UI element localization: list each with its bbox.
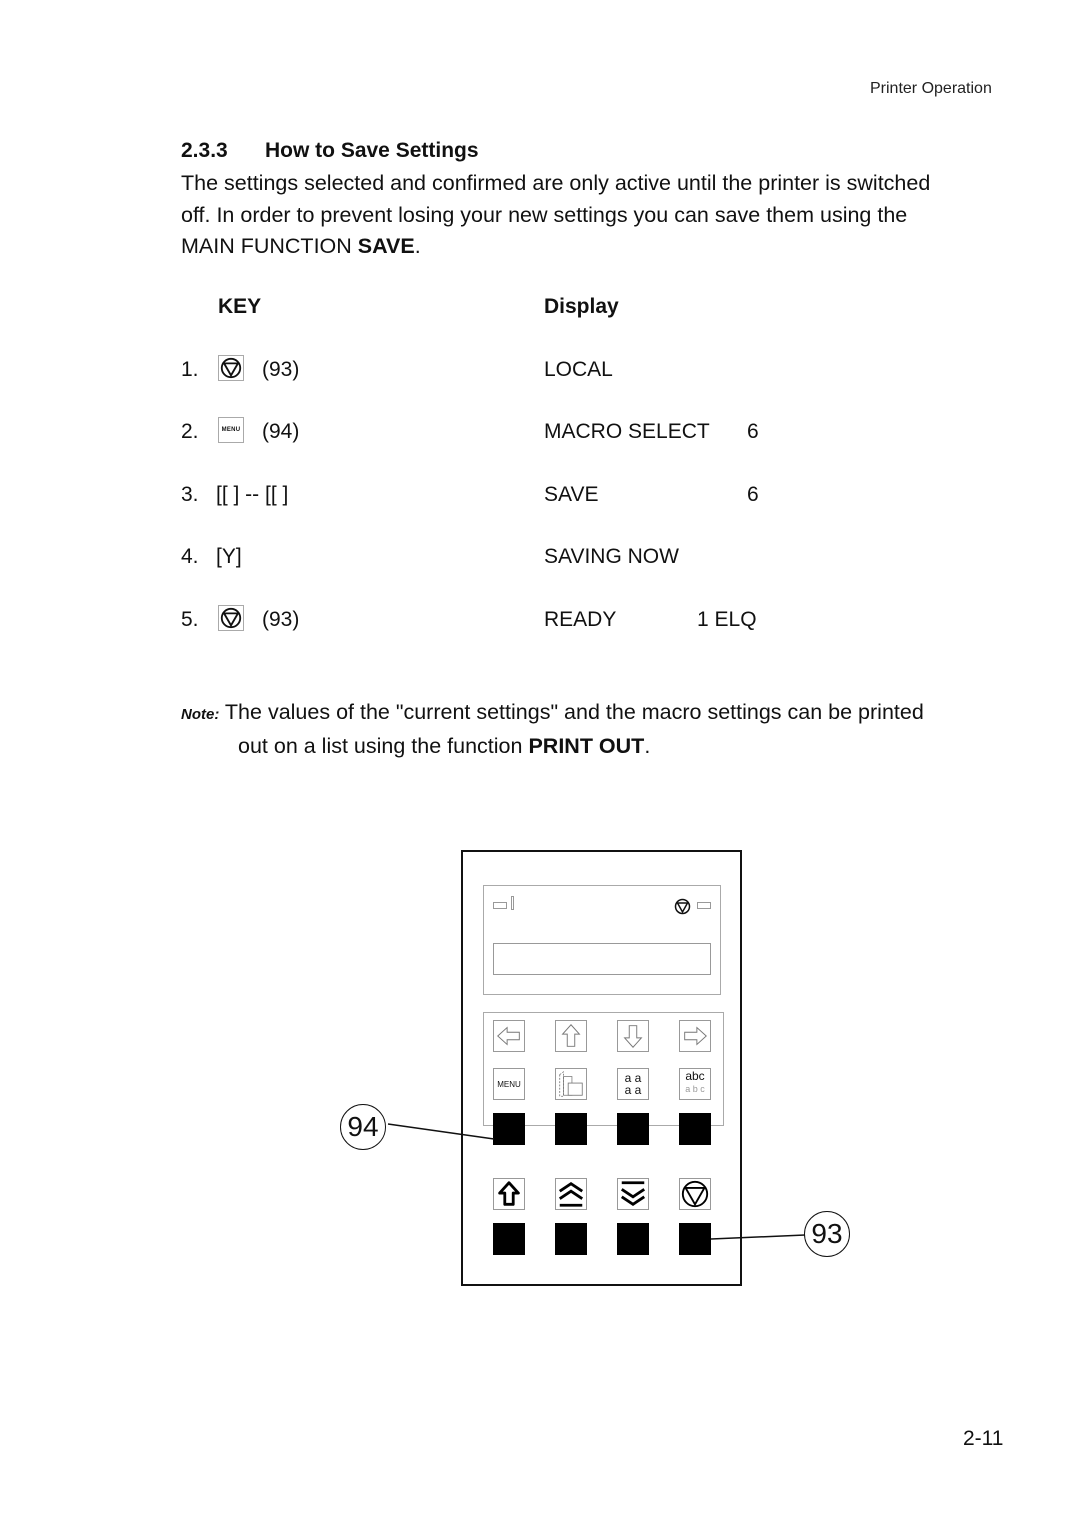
page-number: 2-11: [963, 1427, 1004, 1450]
callout-94: 94: [340, 1104, 386, 1150]
callout-leaders: [387, 1123, 806, 1240]
callout-leader-94: [387, 1123, 495, 1140]
callout-93: 93: [804, 1211, 850, 1257]
callout-leader-93: [710, 1234, 806, 1240]
